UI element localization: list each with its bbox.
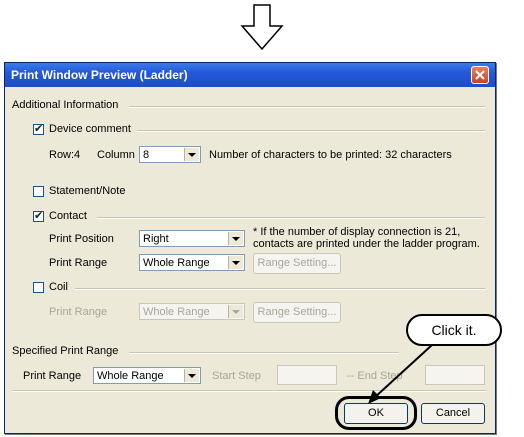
callout-pointer-arrow	[368, 344, 433, 404]
click-it-callout: Click it.	[406, 314, 502, 346]
